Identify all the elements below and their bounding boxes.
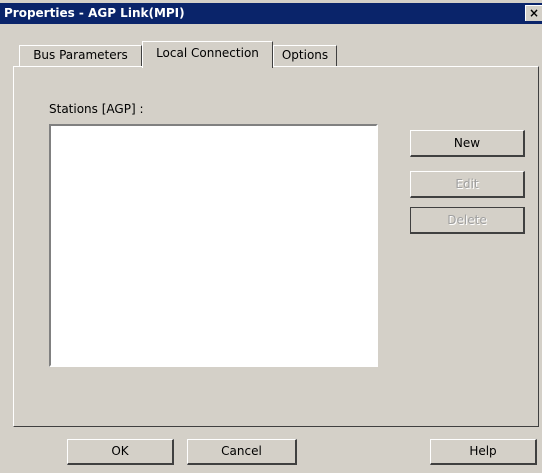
new-button[interactable]: New — [410, 130, 525, 157]
window-title: Properties - AGP Link(MPI) — [4, 6, 185, 20]
properties-dialog: Properties - AGP Link(MPI) × Bus Paramet… — [0, 0, 542, 473]
stations-label: Stations [AGP] : — [49, 102, 144, 116]
ok-button[interactable]: OK — [67, 439, 174, 465]
stations-listbox[interactable] — [49, 124, 378, 367]
tab-local-connection[interactable]: Local Connection — [142, 41, 273, 68]
tab-options[interactable]: Options — [273, 45, 337, 67]
title-bar[interactable]: Properties - AGP Link(MPI) × — [0, 3, 542, 24]
tab-bus-parameters[interactable]: Bus Parameters — [19, 45, 142, 67]
help-button[interactable]: Help — [430, 439, 537, 465]
delete-button[interactable]: Delete — [410, 207, 525, 234]
cancel-button[interactable]: Cancel — [187, 439, 297, 465]
edit-button[interactable]: Edit — [410, 171, 525, 198]
close-button[interactable]: × — [525, 5, 542, 21]
